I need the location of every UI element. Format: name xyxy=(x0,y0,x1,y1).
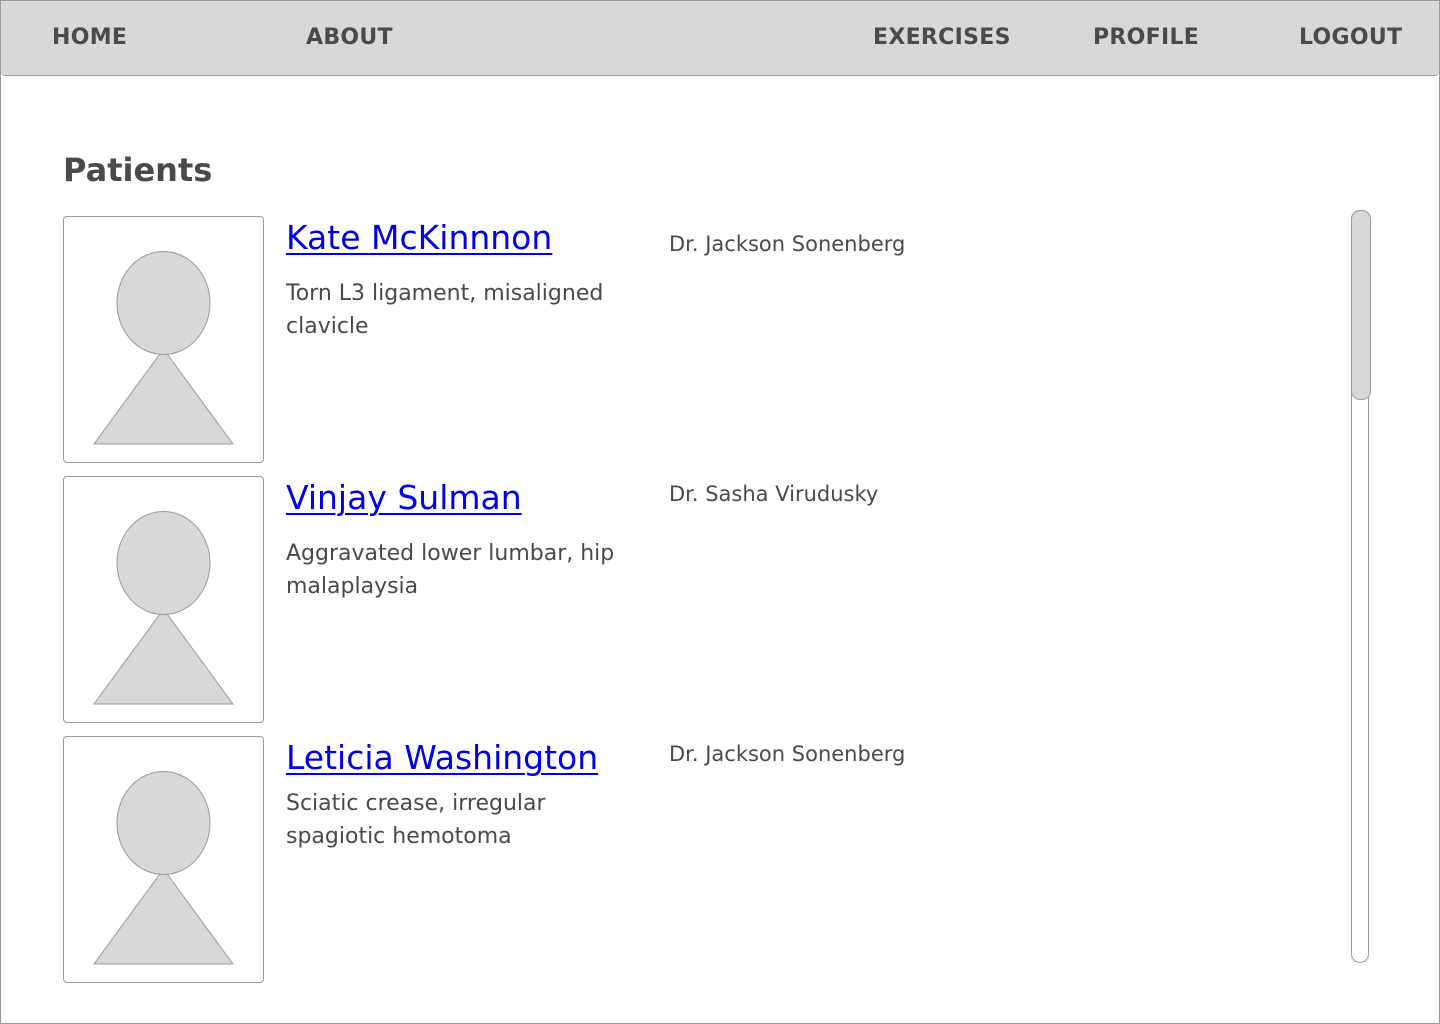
scrollbar-thumb[interactable] xyxy=(1351,210,1371,400)
patient-list-scrollbar[interactable] xyxy=(1351,210,1371,963)
app-window: HOME ABOUT EXERCISES PROFILE LOGOUT Pati… xyxy=(0,0,1440,1024)
person-placeholder-icon xyxy=(93,771,234,965)
patient-list-item: Kate McKinnnon Torn L3 ligament, misalig… xyxy=(63,216,1323,463)
page-title: Patients xyxy=(63,151,213,189)
person-placeholder-icon xyxy=(93,511,234,705)
patient-condition: Sciatic crease, irregular spagiotic hemo… xyxy=(286,791,546,849)
person-placeholder-icon xyxy=(93,251,234,445)
patient-list-item: Vinjay Sulman Aggravated lower lumbar, h… xyxy=(63,476,1323,723)
patient-avatar xyxy=(63,736,264,983)
nav-profile-link[interactable]: PROFILE xyxy=(1093,1,1199,75)
nav-exercises-link[interactable]: EXERCISES xyxy=(873,1,1011,75)
patient-avatar xyxy=(63,216,264,463)
patient-condition: Torn L3 ligament, misaligned clavicle xyxy=(286,281,604,339)
patient-doctor: Dr. Jackson Sonenberg xyxy=(669,742,906,766)
patient-name-link[interactable]: Vinjay Sulman xyxy=(286,478,522,517)
patient-name-link[interactable]: Leticia Washington xyxy=(286,738,598,777)
top-navbar: HOME ABOUT EXERCISES PROFILE LOGOUT xyxy=(1,1,1439,76)
patient-condition: Aggravated lower lumbar, hip malaplaysia xyxy=(286,541,615,599)
nav-home-link[interactable]: HOME xyxy=(52,1,127,75)
patient-avatar xyxy=(63,476,264,723)
patient-doctor: Dr. Sasha Virudusky xyxy=(669,482,879,506)
nav-logout-link[interactable]: LOGOUT xyxy=(1299,1,1402,75)
patient-list-item: Leticia Washington Sciatic crease, irreg… xyxy=(63,736,1323,983)
patient-name-link[interactable]: Kate McKinnnon xyxy=(286,218,552,257)
nav-about-link[interactable]: ABOUT xyxy=(306,1,393,75)
patient-doctor: Dr. Jackson Sonenberg xyxy=(669,232,906,256)
